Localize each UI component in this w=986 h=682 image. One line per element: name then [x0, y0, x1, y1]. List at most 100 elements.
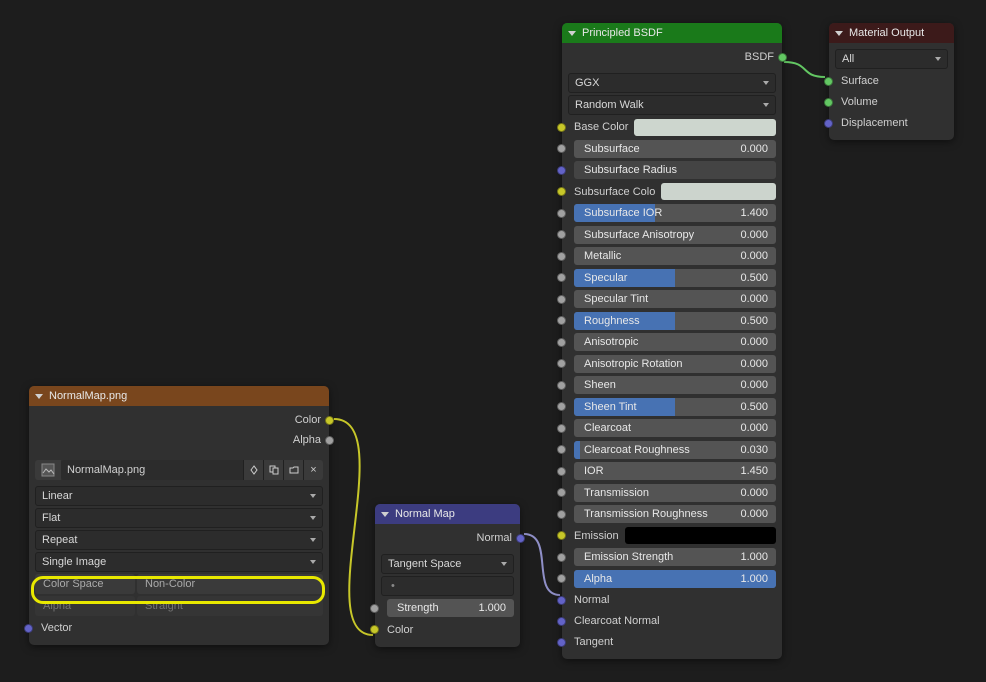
- subsurface-radius-input[interactable]: Subsurface Radius: [568, 160, 776, 180]
- socket-icon[interactable]: [557, 123, 566, 132]
- image-texture-node[interactable]: NormalMap.png Color Alpha NormalMap.png: [29, 386, 329, 645]
- socket-icon[interactable]: [557, 402, 566, 411]
- target-dropdown[interactable]: All: [835, 49, 948, 69]
- param-clearcoat-roughness[interactable]: Clearcoat Roughness0.030: [568, 440, 776, 460]
- param-ior[interactable]: IOR1.450: [568, 461, 776, 481]
- socket-icon[interactable]: [557, 445, 566, 454]
- output-bsdf[interactable]: BSDF: [568, 47, 776, 67]
- input-color[interactable]: Color: [381, 620, 514, 640]
- normal-map-node[interactable]: Normal Map Normal Tangent Space • Streng…: [375, 504, 520, 647]
- distribution-dropdown[interactable]: GGX: [568, 73, 776, 93]
- socket-icon[interactable]: [24, 624, 33, 633]
- collapse-icon[interactable]: [835, 31, 843, 36]
- param-anisotropic[interactable]: Anisotropic0.000: [568, 332, 776, 352]
- param-clearcoat[interactable]: Clearcoat0.000: [568, 418, 776, 438]
- alpha-slider[interactable]: Alpha1.000: [568, 569, 776, 589]
- param-transmission[interactable]: Transmission0.000: [568, 483, 776, 503]
- socket-icon[interactable]: [557, 467, 566, 476]
- node-header[interactable]: Principled BSDF: [562, 23, 782, 43]
- socket-icon[interactable]: [557, 166, 566, 175]
- space-dropdown[interactable]: Tangent Space: [381, 554, 514, 574]
- colorspace-dropdown[interactable]: Non-Color: [137, 574, 323, 594]
- projection-dropdown[interactable]: Flat: [35, 508, 323, 528]
- socket-icon[interactable]: [516, 534, 525, 543]
- base-color-swatch[interactable]: [634, 119, 776, 136]
- node-header[interactable]: NormalMap.png: [29, 386, 329, 406]
- socket-icon[interactable]: [325, 416, 334, 425]
- param-specular-tint[interactable]: Specular Tint0.000: [568, 289, 776, 309]
- alphamode-dropdown[interactable]: Straight: [137, 596, 323, 616]
- param-sheen[interactable]: Sheen0.000: [568, 375, 776, 395]
- input-vector[interactable]: Vector: [35, 618, 323, 638]
- socket-icon[interactable]: [325, 436, 334, 445]
- socket-icon[interactable]: [557, 531, 566, 540]
- socket-icon[interactable]: [557, 338, 566, 347]
- param-specular[interactable]: Specular0.500: [568, 268, 776, 288]
- socket-icon[interactable]: [557, 252, 566, 261]
- emission-strength-slider[interactable]: Emission Strength1.000: [568, 547, 776, 567]
- socket-icon[interactable]: [557, 187, 566, 196]
- socket-icon[interactable]: [778, 53, 787, 62]
- param-subsurface[interactable]: Subsurface0.000: [568, 139, 776, 159]
- param-transmission-roughness[interactable]: Transmission Roughness0.000: [568, 504, 776, 524]
- output-color[interactable]: Color: [35, 410, 323, 430]
- socket-icon[interactable]: [557, 295, 566, 304]
- sss-method-dropdown[interactable]: Random Walk: [568, 95, 776, 115]
- input-volume[interactable]: Volume: [835, 92, 948, 112]
- output-normal[interactable]: Normal: [381, 528, 514, 548]
- socket-icon[interactable]: [557, 553, 566, 562]
- socket-icon[interactable]: [557, 596, 566, 605]
- socket-icon[interactable]: [557, 381, 566, 390]
- socket-icon[interactable]: [557, 510, 566, 519]
- fake-user-button[interactable]: [243, 460, 263, 480]
- socket-icon[interactable]: [557, 488, 566, 497]
- emission-swatch[interactable]: [625, 527, 776, 544]
- socket-icon[interactable]: [557, 144, 566, 153]
- open-image-button[interactable]: [283, 460, 303, 480]
- principled-bsdf-node[interactable]: Principled BSDF BSDF GGX Random Walk Bas…: [562, 23, 782, 659]
- input-displacement[interactable]: Displacement: [835, 113, 948, 133]
- param-sheen-tint[interactable]: Sheen Tint0.500: [568, 397, 776, 417]
- extension-dropdown[interactable]: Repeat: [35, 530, 323, 550]
- socket-icon[interactable]: [824, 77, 833, 86]
- socket-icon[interactable]: [370, 625, 379, 634]
- collapse-icon[interactable]: [35, 394, 43, 399]
- input-normal[interactable]: Normal: [568, 590, 776, 610]
- socket-icon[interactable]: [557, 638, 566, 647]
- subsurface-color-input[interactable]: Subsurface Colo: [568, 182, 776, 202]
- param-subsurface-ior[interactable]: Subsurface IOR1.400: [568, 203, 776, 223]
- param-subsurface-anisotropy[interactable]: Subsurface Anisotropy0.000: [568, 225, 776, 245]
- socket-icon[interactable]: [557, 617, 566, 626]
- socket-icon[interactable]: [557, 359, 566, 368]
- socket-icon[interactable]: [557, 424, 566, 433]
- strength-slider[interactable]: Strength1.000: [381, 598, 514, 618]
- input-tangent[interactable]: Tangent: [568, 632, 776, 652]
- new-image-button[interactable]: [263, 460, 283, 480]
- socket-icon[interactable]: [824, 119, 833, 128]
- output-alpha[interactable]: Alpha: [35, 430, 323, 450]
- interpolation-dropdown[interactable]: Linear: [35, 486, 323, 506]
- image-name-field[interactable]: NormalMap.png: [61, 460, 243, 480]
- material-output-node[interactable]: Material Output All Surface Volume Displ…: [829, 23, 954, 140]
- socket-icon[interactable]: [557, 574, 566, 583]
- node-header[interactable]: Material Output: [829, 23, 954, 43]
- param-roughness[interactable]: Roughness0.500: [568, 311, 776, 331]
- image-preview-icon[interactable]: [35, 460, 61, 480]
- unlink-button[interactable]: ×: [303, 460, 323, 480]
- base-color-input[interactable]: Base Color: [568, 117, 776, 137]
- uvmap-dropdown[interactable]: •: [381, 576, 514, 596]
- socket-icon[interactable]: [824, 98, 833, 107]
- input-surface[interactable]: Surface: [835, 71, 948, 91]
- socket-icon[interactable]: [557, 316, 566, 325]
- input-clearcoat-normal[interactable]: Clearcoat Normal: [568, 611, 776, 631]
- collapse-icon[interactable]: [381, 512, 389, 517]
- socket-icon[interactable]: [557, 273, 566, 282]
- emission-input[interactable]: Emission: [568, 526, 776, 546]
- socket-icon[interactable]: [557, 230, 566, 239]
- subsurface-color-swatch[interactable]: [661, 183, 776, 200]
- node-header[interactable]: Normal Map: [375, 504, 520, 524]
- source-dropdown[interactable]: Single Image: [35, 552, 323, 572]
- socket-icon[interactable]: [370, 604, 379, 613]
- param-metallic[interactable]: Metallic0.000: [568, 246, 776, 266]
- socket-icon[interactable]: [557, 209, 566, 218]
